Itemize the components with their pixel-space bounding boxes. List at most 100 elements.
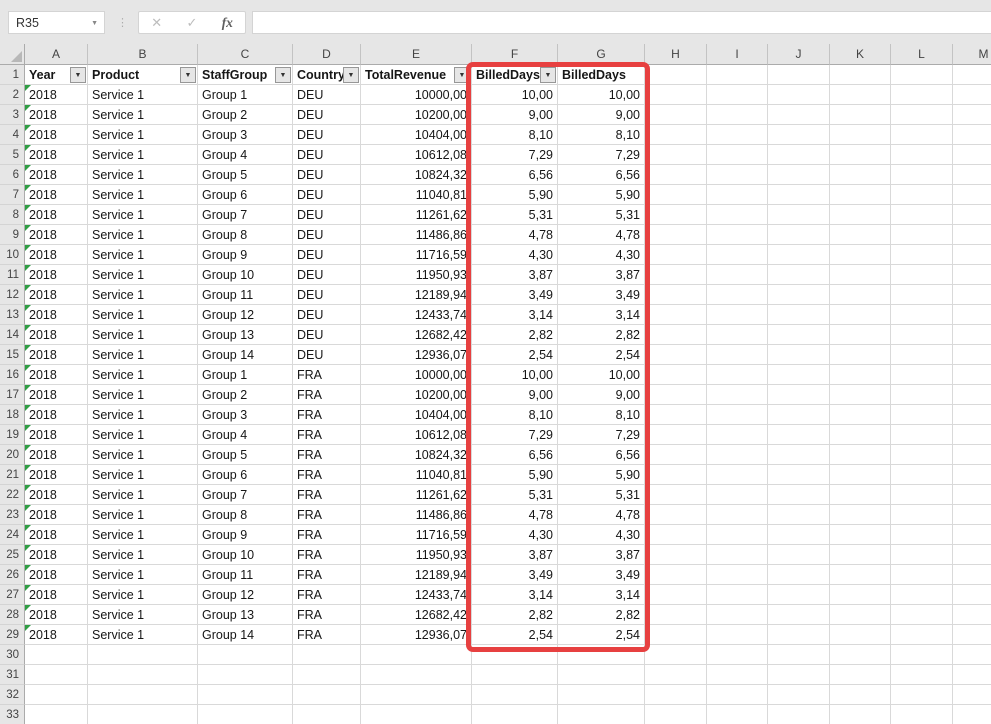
cell-L21[interactable]: [891, 465, 953, 485]
cell-H4[interactable]: [645, 125, 707, 145]
cell-B33[interactable]: [88, 705, 198, 724]
cell-F18[interactable]: 8,10: [472, 405, 558, 425]
cell-L13[interactable]: [891, 305, 953, 325]
cell-B27[interactable]: Service 1: [88, 585, 198, 605]
cell-J19[interactable]: [768, 425, 830, 445]
cell-G11[interactable]: 3,87: [558, 265, 645, 285]
row-header-28[interactable]: 28: [0, 605, 25, 625]
cell-E29[interactable]: 12936,07: [361, 625, 472, 645]
cell-C19[interactable]: Group 4: [198, 425, 293, 445]
cell-B26[interactable]: Service 1: [88, 565, 198, 585]
cell-K27[interactable]: [830, 585, 891, 605]
row-header-16[interactable]: 16: [0, 365, 25, 385]
cell-K22[interactable]: [830, 485, 891, 505]
cell-C22[interactable]: Group 7: [198, 485, 293, 505]
cell-A24[interactable]: 2018: [25, 525, 88, 545]
cell-L18[interactable]: [891, 405, 953, 425]
cell-G16[interactable]: 10,00: [558, 365, 645, 385]
cell-C28[interactable]: Group 13: [198, 605, 293, 625]
cell-F21[interactable]: 5,90: [472, 465, 558, 485]
cell-D29[interactable]: FRA: [293, 625, 361, 645]
cell-I15[interactable]: [707, 345, 768, 365]
cell-G10[interactable]: 4,30: [558, 245, 645, 265]
cell-L23[interactable]: [891, 505, 953, 525]
cell-M31[interactable]: [953, 665, 991, 685]
cell-D21[interactable]: FRA: [293, 465, 361, 485]
cell-C17[interactable]: Group 2: [198, 385, 293, 405]
filter-dropdown-button[interactable]: ▼: [180, 67, 196, 83]
cell-G32[interactable]: [558, 685, 645, 705]
cell-D27[interactable]: FRA: [293, 585, 361, 605]
cell-I19[interactable]: [707, 425, 768, 445]
cell-K7[interactable]: [830, 185, 891, 205]
cell-A17[interactable]: 2018: [25, 385, 88, 405]
cell-D17[interactable]: FRA: [293, 385, 361, 405]
cell-H9[interactable]: [645, 225, 707, 245]
cell-F9[interactable]: 4,78: [472, 225, 558, 245]
cell-J32[interactable]: [768, 685, 830, 705]
cell-H33[interactable]: [645, 705, 707, 724]
cell-C14[interactable]: Group 13: [198, 325, 293, 345]
cell-D16[interactable]: FRA: [293, 365, 361, 385]
cell-J12[interactable]: [768, 285, 830, 305]
cell-F31[interactable]: [472, 665, 558, 685]
column-header-I[interactable]: I: [707, 44, 768, 65]
cell-G5[interactable]: 7,29: [558, 145, 645, 165]
cell-M5[interactable]: [953, 145, 991, 165]
cell-B25[interactable]: Service 1: [88, 545, 198, 565]
cell-B2[interactable]: Service 1: [88, 85, 198, 105]
cell-K1[interactable]: [830, 65, 891, 85]
cell-F12[interactable]: 3,49: [472, 285, 558, 305]
column-header-F[interactable]: F: [472, 44, 558, 65]
cell-C24[interactable]: Group 9: [198, 525, 293, 545]
cell-L28[interactable]: [891, 605, 953, 625]
cell-A21[interactable]: 2018: [25, 465, 88, 485]
cell-K26[interactable]: [830, 565, 891, 585]
cell-J26[interactable]: [768, 565, 830, 585]
cell-D14[interactable]: DEU: [293, 325, 361, 345]
cell-A15[interactable]: 2018: [25, 345, 88, 365]
cell-B29[interactable]: Service 1: [88, 625, 198, 645]
cell-M13[interactable]: [953, 305, 991, 325]
cell-E14[interactable]: 12682,42: [361, 325, 472, 345]
column-header-D[interactable]: D: [293, 44, 361, 65]
cell-A20[interactable]: 2018: [25, 445, 88, 465]
cell-A4[interactable]: 2018: [25, 125, 88, 145]
cell-A1[interactable]: Year▼: [25, 65, 88, 85]
cell-F27[interactable]: 3,14: [472, 585, 558, 605]
cell-H6[interactable]: [645, 165, 707, 185]
cell-D28[interactable]: FRA: [293, 605, 361, 625]
cell-G7[interactable]: 5,90: [558, 185, 645, 205]
row-header-1[interactable]: 1: [0, 65, 25, 85]
cell-B10[interactable]: Service 1: [88, 245, 198, 265]
cell-F32[interactable]: [472, 685, 558, 705]
cell-E3[interactable]: 10200,00: [361, 105, 472, 125]
cell-I9[interactable]: [707, 225, 768, 245]
cell-A29[interactable]: 2018: [25, 625, 88, 645]
cell-K12[interactable]: [830, 285, 891, 305]
cell-G30[interactable]: [558, 645, 645, 665]
row-header-29[interactable]: 29: [0, 625, 25, 645]
cell-M30[interactable]: [953, 645, 991, 665]
cell-K32[interactable]: [830, 685, 891, 705]
cell-C12[interactable]: Group 11: [198, 285, 293, 305]
cell-J30[interactable]: [768, 645, 830, 665]
cell-M25[interactable]: [953, 545, 991, 565]
cell-I2[interactable]: [707, 85, 768, 105]
cell-E22[interactable]: 11261,62: [361, 485, 472, 505]
cell-C10[interactable]: Group 9: [198, 245, 293, 265]
cell-E11[interactable]: 11950,93: [361, 265, 472, 285]
cell-L2[interactable]: [891, 85, 953, 105]
cell-C4[interactable]: Group 3: [198, 125, 293, 145]
cell-G23[interactable]: 4,78: [558, 505, 645, 525]
cell-G28[interactable]: 2,82: [558, 605, 645, 625]
cell-C1[interactable]: StaffGroup▼: [198, 65, 293, 85]
cell-A12[interactable]: 2018: [25, 285, 88, 305]
cell-C11[interactable]: Group 10: [198, 265, 293, 285]
row-header-20[interactable]: 20: [0, 445, 25, 465]
row-header-6[interactable]: 6: [0, 165, 25, 185]
cell-G18[interactable]: 8,10: [558, 405, 645, 425]
cell-G20[interactable]: 6,56: [558, 445, 645, 465]
cell-A32[interactable]: [25, 685, 88, 705]
cell-A26[interactable]: 2018: [25, 565, 88, 585]
